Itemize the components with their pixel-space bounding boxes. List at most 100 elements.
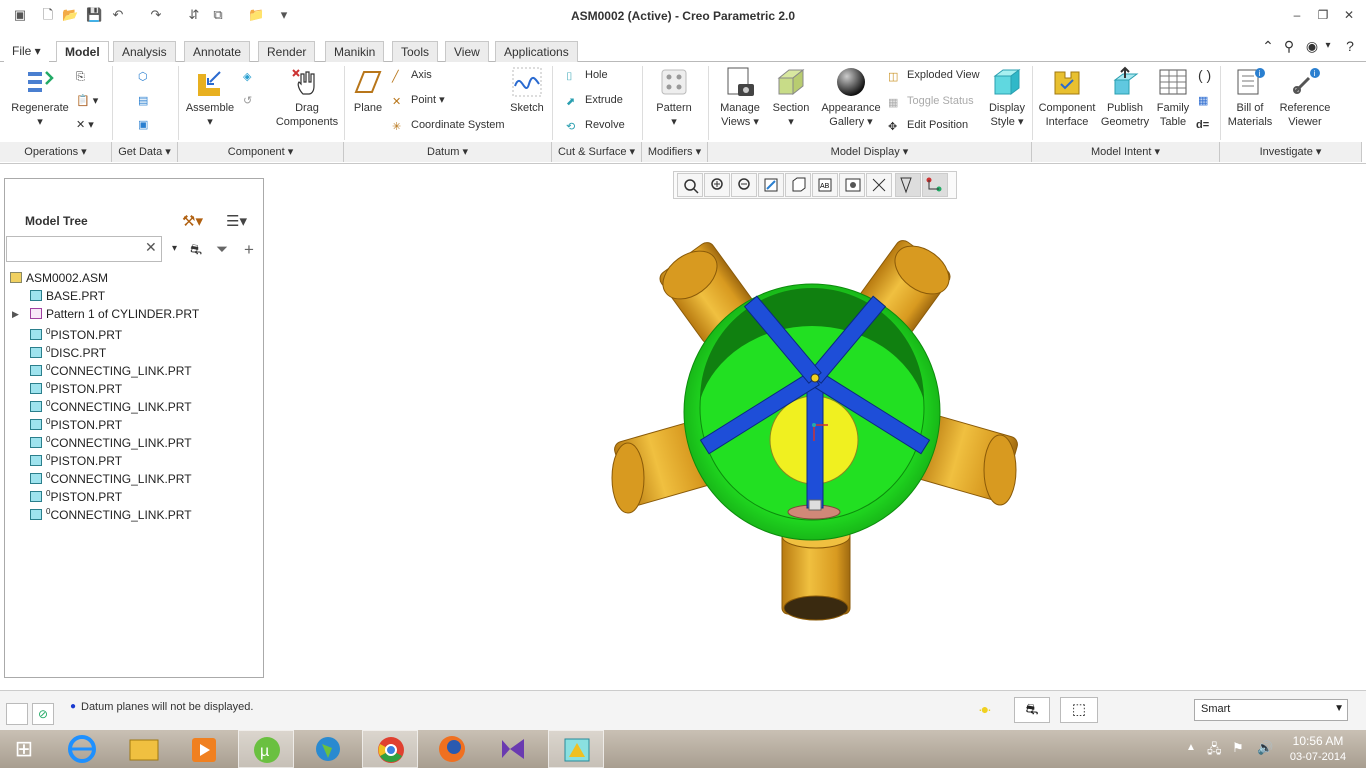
exploded-view-button[interactable]: ◫ Exploded View bbox=[888, 66, 980, 84]
reference-viewer-button[interactable]: i Reference Viewer bbox=[1276, 66, 1334, 129]
regenerate-button[interactable]: Regenerate ▾ bbox=[8, 66, 72, 129]
tab-render[interactable]: Render bbox=[258, 41, 316, 62]
tree-item[interactable]: 0PISTON.PRT bbox=[30, 413, 122, 432]
tree-item[interactable]: 0PISTON.PRT bbox=[30, 485, 122, 504]
community-dropdown-icon[interactable]: ▾ bbox=[1320, 38, 1336, 54]
search-dropdown-icon[interactable]: ▾ bbox=[172, 243, 177, 254]
group-model-intent[interactable]: Model Intent ▾ bbox=[1032, 142, 1220, 162]
network-icon[interactable]: 🖧 bbox=[1207, 740, 1222, 762]
section-button[interactable]: Section ▾ bbox=[770, 66, 812, 129]
start-button[interactable]: ⊞ bbox=[10, 736, 38, 762]
model-graphics-canvas[interactable] bbox=[600, 230, 1030, 630]
group-get-data[interactable]: Get Data ▾ bbox=[112, 142, 178, 162]
tree-show-icon[interactable]: ☰▾ bbox=[226, 212, 247, 230]
group-operations[interactable]: Operations ▾ bbox=[0, 142, 112, 162]
tree-item[interactable]: 0PISTON.PRT bbox=[30, 449, 122, 468]
relations-icon[interactable]: ( ) bbox=[1198, 66, 1211, 84]
tab-applications[interactable]: Applications bbox=[495, 41, 578, 62]
display-style-button[interactable]: Display Style ▾ bbox=[984, 66, 1030, 129]
media-player-icon[interactable] bbox=[176, 730, 232, 768]
axis-button[interactable]: ╱ Axis bbox=[392, 66, 432, 84]
component-interface-button[interactable]: Component Interface bbox=[1036, 66, 1098, 129]
tree-item[interactable]: 0CONNECTING_LINK.PRT bbox=[30, 431, 192, 450]
expand-arrow-icon[interactable]: ▶ bbox=[12, 305, 19, 323]
tab-model[interactable]: Model bbox=[56, 41, 109, 63]
clock-time[interactable]: 10:56 AM bbox=[1286, 734, 1350, 748]
tree-settings-icon[interactable]: ⚒▾ bbox=[182, 212, 203, 230]
group-cut-surface[interactable]: Cut & Surface ▾ bbox=[552, 142, 642, 162]
group-component[interactable]: Component ▾ bbox=[178, 142, 344, 162]
tab-analysis[interactable]: Analysis bbox=[113, 41, 176, 62]
parameters-icon[interactable]: ▦ bbox=[1198, 92, 1208, 110]
group-investigate[interactable]: Investigate ▾ bbox=[1220, 142, 1362, 162]
paste-icon[interactable]: 📋 ▾ bbox=[76, 92, 98, 110]
search-icon[interactable]: ⚲ bbox=[1281, 38, 1297, 54]
family-table-button[interactable]: Family Table bbox=[1152, 66, 1194, 129]
help-icon[interactable]: ? bbox=[1342, 38, 1358, 54]
community-icon[interactable]: ◉ bbox=[1304, 38, 1320, 54]
tree-item[interactable]: 0CONNECTING_LINK.PRT bbox=[30, 467, 192, 486]
plane-button[interactable]: Plane bbox=[348, 66, 388, 115]
find-icon[interactable]: ⛐ bbox=[1014, 697, 1050, 723]
tab-view[interactable]: View bbox=[445, 41, 489, 62]
assemble-button[interactable]: Assemble ▾ bbox=[184, 66, 236, 129]
coordinate-system-button[interactable]: ✳ Coordinate System bbox=[392, 116, 505, 134]
chrome-icon[interactable] bbox=[362, 730, 418, 768]
pattern-button[interactable]: Pattern ▾ bbox=[648, 66, 700, 129]
tree-item[interactable]: 0CONNECTING_LINK.PRT bbox=[30, 359, 192, 378]
shrinkwrap-icon[interactable]: ▣ bbox=[138, 116, 148, 134]
filter-icon[interactable]: ⏷ bbox=[216, 241, 228, 258]
switch-dimensions-icon[interactable]: d= bbox=[1196, 116, 1209, 134]
bill-of-materials-button[interactable]: i Bill of Materials bbox=[1224, 66, 1276, 129]
edit-position-button[interactable]: ✥ Edit Position bbox=[888, 116, 968, 134]
manage-views-button[interactable]: Manage Views ▾ bbox=[712, 66, 768, 129]
download-manager-icon[interactable] bbox=[300, 730, 356, 768]
internet-explorer-icon[interactable] bbox=[54, 730, 110, 768]
publish-geometry-button[interactable]: Publish Geometry bbox=[1098, 66, 1152, 129]
drag-components-button[interactable]: Drag Components bbox=[274, 66, 340, 129]
tree-item[interactable]: 0PISTON.PRT bbox=[30, 323, 122, 342]
collapse-ribbon-icon[interactable]: ⌃ bbox=[1260, 38, 1276, 54]
clear-search-icon[interactable]: ✕ bbox=[145, 239, 157, 256]
tree-item[interactable]: BASE.PRT bbox=[30, 287, 105, 305]
selection-box-icon[interactable]: ⬚ bbox=[1060, 697, 1098, 723]
copy-icon[interactable]: ⎘ bbox=[76, 68, 85, 86]
group-datum[interactable]: Datum ▾ bbox=[344, 142, 552, 162]
create-component-icon[interactable]: ◈ bbox=[243, 68, 251, 86]
extrude-button[interactable]: ⬈ Extrude bbox=[566, 91, 623, 109]
tree-root[interactable]: ASM0002.ASM bbox=[10, 269, 108, 287]
tree-item[interactable]: ▶ Pattern 1 of CYLINDER.PRT bbox=[12, 305, 199, 323]
user-defined-feature-icon[interactable]: ⬡ bbox=[138, 68, 148, 86]
browser-toggle-icon[interactable]: ⊘ bbox=[32, 703, 54, 725]
tree-item[interactable]: 0PISTON.PRT bbox=[30, 377, 122, 396]
file-explorer-icon[interactable] bbox=[116, 730, 172, 768]
tab-annotate[interactable]: Annotate bbox=[184, 41, 251, 62]
delete-icon[interactable]: ✕ ▾ bbox=[76, 116, 94, 134]
sketch-button[interactable]: Sketch bbox=[506, 66, 548, 115]
navigator-toggle-icon[interactable] bbox=[6, 703, 28, 725]
visual-studio-icon[interactable] bbox=[486, 730, 542, 768]
tab-file[interactable]: File ▾ bbox=[4, 41, 49, 62]
volume-icon[interactable]: 🔊 bbox=[1257, 740, 1273, 756]
action-center-flag-icon[interactable]: ⚑ bbox=[1232, 740, 1244, 756]
selection-filter-select[interactable]: Smart ▼ bbox=[1194, 699, 1348, 721]
group-modifiers[interactable]: Modifiers ▾ bbox=[642, 142, 708, 162]
creo-taskbar-icon[interactable] bbox=[548, 730, 604, 768]
firefox-icon[interactable] bbox=[424, 730, 480, 768]
close-button[interactable]: ✕ bbox=[1340, 8, 1358, 22]
appearance-gallery-button[interactable]: Appearance Gallery ▾ bbox=[818, 66, 884, 129]
tree-item[interactable]: 0CONNECTING_LINK.PRT bbox=[30, 395, 192, 414]
toggle-status-button[interactable]: ▦ Toggle Status bbox=[888, 92, 974, 110]
add-icon[interactable]: + bbox=[244, 240, 254, 260]
copy-geometry-icon[interactable]: ▤ bbox=[138, 92, 148, 110]
clock-date[interactable]: 03-07-2014 bbox=[1286, 751, 1350, 763]
tree-item[interactable]: 0CONNECTING_LINK.PRT bbox=[30, 503, 192, 522]
point-button[interactable]: ✕ Point ▾ bbox=[392, 91, 445, 109]
tree-search-input[interactable] bbox=[6, 236, 162, 262]
tab-tools[interactable]: Tools bbox=[392, 41, 439, 62]
tab-manikin[interactable]: Manikin bbox=[325, 41, 385, 62]
maximize-button[interactable]: ❐ bbox=[1314, 8, 1332, 22]
minimize-button[interactable]: – bbox=[1288, 8, 1306, 22]
utorrent-icon[interactable]: µ bbox=[238, 730, 294, 768]
group-model-display[interactable]: Model Display ▾ bbox=[708, 142, 1032, 162]
